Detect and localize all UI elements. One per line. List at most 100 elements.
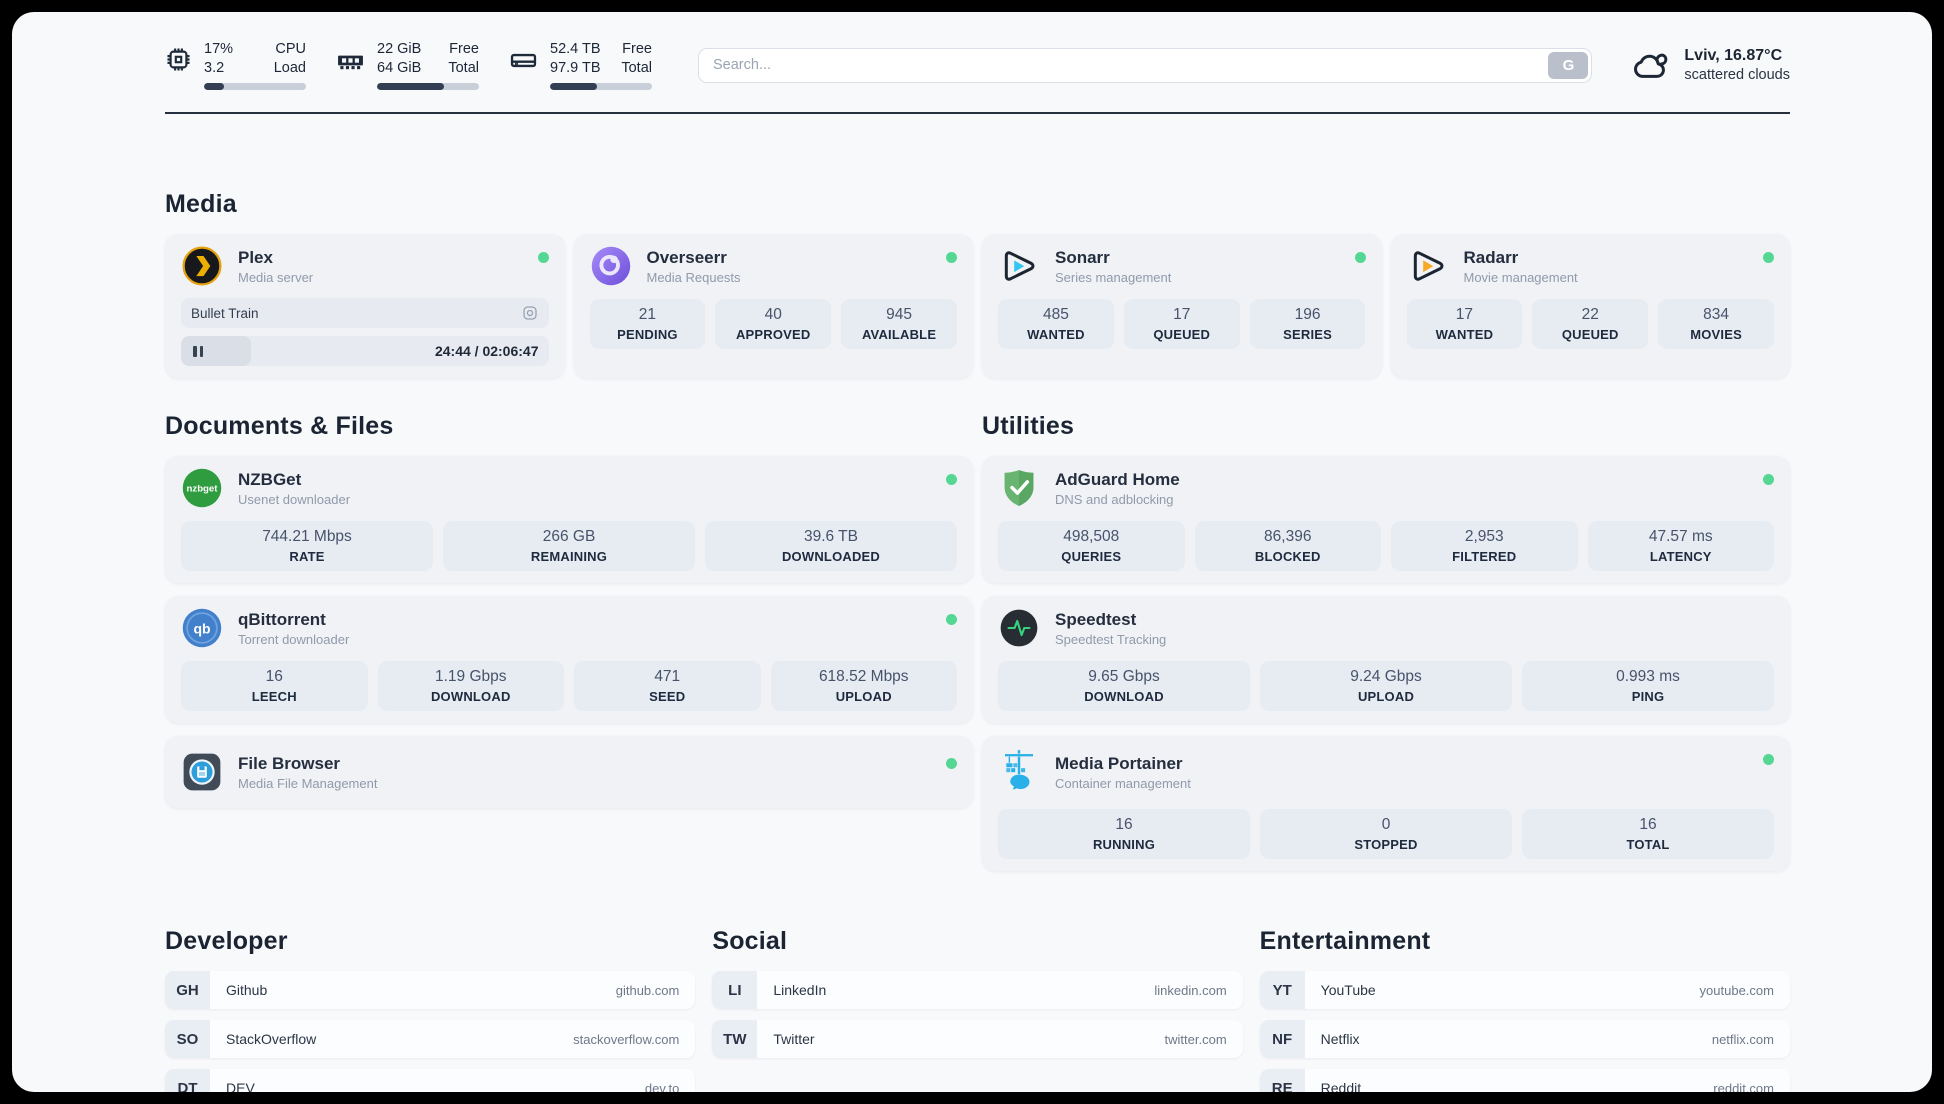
pause-button[interactable] (193, 345, 203, 357)
app-card-nzbget[interactable]: nzbget NZBGet Usenet downloader 744.21 M… (165, 456, 973, 583)
bookmark-name: StackOverflow (226, 1031, 317, 1047)
bookmark-url: github.com (615, 982, 680, 998)
section-title-utilities: Utilities (982, 412, 1075, 440)
app-desc: Media File Management (238, 775, 378, 791)
status-dot-online (1354, 252, 1366, 263)
bookmark-youtube[interactable]: YT YouTube youtube.com (1259, 971, 1790, 1009)
app-card-qbittorrent[interactable]: qb qBittorrent Torrent downloader 16 LEE… (165, 596, 973, 723)
bookmark-twitter[interactable]: TW Twitter twitter.com (712, 1020, 1243, 1058)
stat-box-total: 16 TOTAL (1522, 809, 1774, 859)
bookmark-url: stackoverflow.com (573, 1031, 680, 1047)
svg-text:nzbget: nzbget (187, 484, 219, 495)
bookmark-reddit[interactable]: RE Reddit reddit.com (1259, 1069, 1790, 1092)
player-progress-row: 24:44 / 02:06:47 (181, 336, 549, 366)
weather-widget: Lviv, 16.87°C scattered clouds (1630, 44, 1790, 86)
qbittorrent-icon: qb (181, 607, 223, 649)
bookmark-abbr: YT (1259, 971, 1305, 1009)
status-dot-online (1763, 754, 1774, 765)
links-column-entertainment: Entertainment YT YouTube youtube.com NF … (1259, 927, 1790, 1092)
bookmark-abbr: NF (1259, 1020, 1305, 1058)
app-card-speedtest[interactable]: Speedtest Speedtest Tracking 9.65 Gbps D… (982, 596, 1790, 723)
bookmark-url: netflix.com (1711, 1031, 1774, 1047)
status-dot-online (1763, 252, 1774, 263)
media-grid: Plex Media server Bullet Train 24:44 / 0… (165, 234, 1790, 378)
app-desc: Usenet downloader (238, 491, 351, 507)
stat-box-rate: 744.21 Mbps RATE (181, 521, 433, 571)
speedtest-icon (998, 607, 1040, 649)
stat-box-wanted: 485 WANTED (998, 299, 1114, 349)
documents-column: nzbget NZBGet Usenet downloader 744.21 M… (165, 456, 973, 808)
app-card-portainer[interactable]: Media Portainer Container management 16 … (982, 736, 1790, 871)
section-title-developer: Developer (165, 927, 288, 955)
stat-box-blocked: 86,396 BLOCKED (1194, 521, 1381, 571)
bookmark-abbr: SO (165, 1020, 210, 1058)
stat-box-available: 945 AVAILABLE (841, 299, 957, 349)
status-dot-online (946, 614, 957, 625)
search-input[interactable] (698, 47, 1593, 83)
memory-usage-widget: 22 GiB 64 GiB Free Total (336, 40, 479, 90)
status-dot-online (537, 252, 549, 263)
ram-progress-bar (377, 83, 479, 90)
section-title-entertainment: Entertainment (1259, 927, 1431, 955)
app-card-adguard[interactable]: AdGuard Home DNS and adblocking 498,508 … (982, 456, 1790, 583)
cpu-percent: 17% (204, 41, 234, 57)
app-desc: Container management (1055, 775, 1191, 791)
now-playing-title: Bullet Train (191, 305, 259, 321)
stat-box-queries: 498,508 QUERIES (998, 521, 1185, 571)
stat-box-running: 16 RUNNING (998, 809, 1250, 859)
stat-box-queued: 22 QUEUED (1532, 299, 1649, 349)
app-name: Media Portainer (1055, 753, 1183, 773)
section-title-documents: Documents & Files (165, 412, 394, 440)
sonarr-icon (998, 245, 1040, 287)
bookmark-url: youtube.com (1699, 982, 1774, 998)
cpu-icon (167, 48, 190, 71)
nzbget-icon: nzbget (181, 467, 223, 509)
app-card-radarr[interactable]: Radarr Movie management 17 WANTED 22 QUE… (1390, 234, 1790, 378)
disk-free-label: Free (622, 41, 652, 57)
app-card-plex[interactable]: Plex Media server Bullet Train 24:44 / 0… (165, 234, 565, 378)
camera-icon[interactable] (521, 304, 539, 322)
ram-free: 22 GiB (377, 41, 422, 57)
app-name: Overseerr (646, 247, 727, 267)
cpu-load-avg: 3.2 (204, 60, 225, 76)
bookmark-github[interactable]: GH Github github.com (165, 971, 696, 1009)
stat-box-seed: 471 SEED (574, 661, 761, 711)
app-desc: Series management (1055, 269, 1172, 285)
overseerr-icon (590, 245, 632, 287)
app-desc: Speedtest Tracking (1055, 631, 1167, 647)
stat-box-series: 196 SERIES (1249, 299, 1366, 349)
search-engine-button[interactable]: G (1548, 51, 1589, 79)
bookmark-name: LinkedIn (773, 982, 827, 998)
bookmark-linkedin[interactable]: LI LinkedIn linkedin.com (712, 971, 1243, 1009)
cpu-label: CPU (275, 41, 306, 57)
bookmark-netflix[interactable]: NF Netflix netflix.com (1259, 1020, 1790, 1058)
bookmark-name: DEV (226, 1080, 255, 1092)
stat-box-remaining: 266 GB REMAINING (443, 521, 695, 571)
bookmark-stackoverflow[interactable]: SO StackOverflow stackoverflow.com (165, 1020, 696, 1058)
dashboard-page: 17% 3.2 CPU Load 22 GiB 64 GiB Free Tota… (12, 12, 1932, 1092)
stat-box-approved: 40 APPROVED (715, 299, 832, 349)
stat-box-upload: 9.24 Gbps UPLOAD (1260, 661, 1512, 711)
bookmark-abbr: LI (712, 971, 758, 1009)
search-engine-label: G (1562, 56, 1575, 74)
stat-box-queued: 17 QUEUED (1123, 299, 1240, 349)
status-dot-online (946, 252, 957, 263)
bookmark-name: Github (226, 982, 268, 998)
app-card-filebrowser[interactable]: File Browser Media File Management (165, 736, 973, 808)
links-column-developer: Developer GH Github github.com SO StackO… (165, 927, 696, 1092)
adguard-icon (998, 467, 1040, 509)
cpu-progress-bar (204, 83, 306, 90)
bookmark-dev[interactable]: DT DEV dev.to (165, 1069, 696, 1092)
app-card-overseerr[interactable]: Overseerr Media Requests 21 PENDING 40 A… (573, 234, 973, 378)
app-desc: Movie management (1463, 269, 1578, 285)
links-column-social: Social LI LinkedIn linkedin.com TW Twitt… (712, 927, 1243, 1069)
disk-usage-widget: 52.4 TB 97.9 TB Free Total (509, 40, 652, 90)
stat-box-pending: 21 PENDING (589, 299, 706, 349)
svg-text:qb: qb (193, 620, 210, 636)
bookmark-name: YouTube (1320, 982, 1376, 998)
stat-box-movies: 834 MOVIES (1658, 299, 1774, 349)
stat-box-leech: 16 LEECH (181, 661, 368, 711)
bookmark-abbr: GH (165, 971, 210, 1009)
app-card-sonarr[interactable]: Sonarr Series management 485 WANTED 17 Q… (982, 234, 1382, 378)
app-name: Plex (238, 247, 273, 267)
